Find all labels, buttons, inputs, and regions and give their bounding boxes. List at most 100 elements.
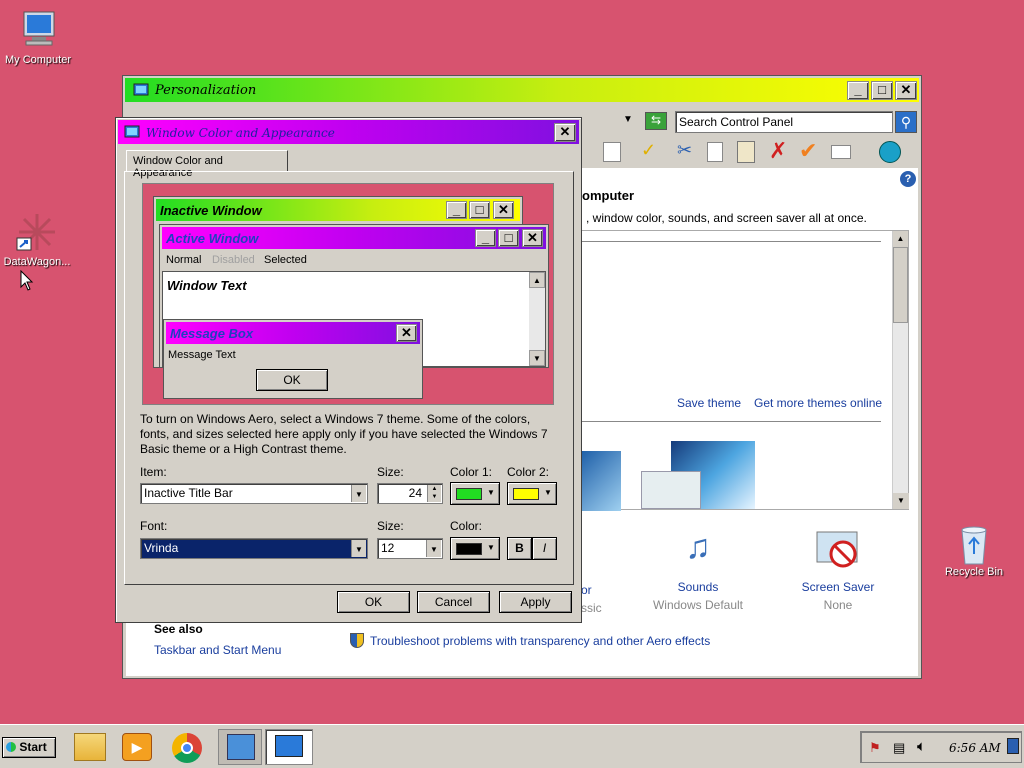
taskbar-media-player-icon[interactable]: ▶: [122, 733, 152, 761]
font-select[interactable]: Vrinda ▼: [140, 538, 368, 559]
taskbar-control-panel-icon[interactable]: [218, 729, 262, 765]
preview-active-close: ✕: [522, 229, 543, 247]
refresh-icon[interactable]: ⇆: [645, 112, 667, 130]
personalization-title: Personalization: [155, 83, 257, 98]
theme-divider: [581, 421, 881, 422]
delete-icon[interactable]: ✗: [769, 138, 787, 164]
screensaver-icon: [786, 528, 890, 580]
preview-ok-label: OK: [283, 373, 301, 387]
preview-msgbox-text: Message Text: [168, 349, 236, 361]
troubleshoot-link[interactable]: Troubleshoot problems with transparency …: [370, 634, 710, 648]
taskbar-start-menu-link[interactable]: Taskbar and Start Menu: [154, 643, 281, 657]
minimize-button[interactable]: _: [847, 81, 869, 100]
screensaver-value: None: [823, 598, 853, 612]
save-theme-link[interactable]: Save theme: [677, 396, 741, 410]
page-icon[interactable]: [603, 142, 621, 162]
taskbar-personalization-icon[interactable]: [265, 729, 313, 765]
size-spinner-value: 24: [408, 486, 422, 500]
system-tray: ⚑ ▤ 🔈︎ 6:56 AM: [860, 731, 1022, 763]
tab-window-color[interactable]: Window Color and Appearance: [126, 150, 288, 179]
address-dropdown-arrow[interactable]: ▼: [623, 114, 633, 125]
sounds-value: Windows Default: [652, 598, 744, 612]
control-panel-icon: [133, 83, 149, 96]
search-input[interactable]: Search Control Panel: [675, 111, 893, 133]
paste-icon[interactable]: [737, 141, 755, 163]
spinner-arrows[interactable]: ▲ ▼: [427, 485, 441, 502]
item-select[interactable]: Inactive Title Bar ▼: [140, 483, 368, 504]
color-label-fragment[interactable]: or: [581, 583, 592, 597]
bold-button[interactable]: B: [507, 537, 532, 560]
start-button[interactable]: Start: [2, 737, 56, 758]
sounds-item[interactable]: ♫ Sounds Windows Default: [646, 528, 750, 612]
copy-icon[interactable]: [707, 142, 723, 162]
font-select-value: Vrinda: [144, 541, 179, 555]
start-label: Start: [19, 740, 47, 754]
font-color-button[interactable]: ▼: [450, 537, 500, 560]
theme-list: ▲ ▼ Save theme Get more themes online: [581, 230, 909, 511]
help-icon[interactable]: ?: [900, 171, 916, 187]
taskbar: Start ▶ ⚑ ▤ 🔈︎ 6:56 AM: [0, 724, 1024, 768]
chevron-down-icon[interactable]: ▼: [426, 540, 441, 557]
ok-button[interactable]: OK: [337, 591, 410, 613]
datawagon-icon: [15, 212, 59, 252]
color2-label: Color 2:: [507, 465, 550, 479]
theme-thumbnail-1[interactable]: [581, 451, 621, 511]
my-computer-label: My Computer: [4, 54, 72, 66]
italic-button[interactable]: I: [532, 537, 557, 560]
preview-menu-disabled: Disabled: [212, 254, 255, 266]
item-select-value: Inactive Title Bar: [144, 486, 233, 500]
close-button[interactable]: ✕: [895, 81, 917, 100]
page-heading: omputer: [582, 188, 634, 203]
preview-ok-button: OK: [256, 369, 328, 391]
toolbar: ✓ ✂ ✗ ✔: [573, 138, 913, 166]
scroll-up-arrow[interactable]: ▲: [893, 231, 908, 247]
action-center-icon[interactable]: ⚑: [869, 740, 881, 756]
theme-thumbnail-selected[interactable]: [641, 471, 701, 509]
scroll-down-arrow[interactable]: ▼: [893, 493, 909, 509]
desktop-icon-datawagon[interactable]: DataWagon...: [0, 212, 77, 268]
show-desktop-icon[interactable]: [1007, 738, 1019, 754]
sounds-label[interactable]: Sounds: [646, 580, 750, 594]
desktop-icon-recycle-bin[interactable]: Recycle Bin: [934, 522, 1014, 578]
see-also-heading: See also: [154, 622, 203, 636]
scroll-thumb[interactable]: [893, 247, 908, 323]
check-icon[interactable]: ✔: [799, 138, 817, 164]
apply-button[interactable]: Apply: [499, 591, 572, 613]
get-more-themes-link[interactable]: Get more themes online: [754, 396, 882, 410]
font-color-swatch: [456, 543, 482, 555]
color1-button[interactable]: ▼: [450, 482, 500, 505]
theme-scrollbar[interactable]: ▲ ▼: [892, 231, 909, 509]
desktop-icon-my-computer[interactable]: My Computer: [0, 10, 78, 66]
dialog-close-button[interactable]: ✕: [554, 123, 576, 142]
chevron-down-icon[interactable]: ▼: [351, 485, 366, 502]
mail-icon[interactable]: [831, 145, 851, 159]
volume-icon[interactable]: 🔈︎: [917, 738, 926, 755]
font-size-select[interactable]: 12 ▼: [377, 538, 443, 559]
globe-icon[interactable]: [879, 141, 901, 163]
color2-button[interactable]: ▼: [507, 482, 557, 505]
preview-active-titlebar: Active Window _ □ ✕: [162, 227, 546, 249]
size-label: Size:: [377, 465, 404, 479]
preview-inactive-minimize: _: [446, 201, 467, 219]
clock[interactable]: 6:56 AM: [949, 741, 1001, 755]
preview-active-minimize: _: [475, 229, 496, 247]
color1-label: Color 1:: [450, 465, 493, 479]
chevron-down-icon[interactable]: ▼: [351, 540, 366, 557]
preview-msgbox-titlebar: Message Box ✕: [166, 322, 420, 344]
size-spinner[interactable]: 24 ▲ ▼: [377, 483, 443, 504]
maximize-button[interactable]: □: [871, 81, 893, 100]
screensaver-item[interactable]: Screen Saver None: [786, 528, 890, 612]
cancel-button[interactable]: Cancel: [417, 591, 490, 613]
network-icon[interactable]: ▤: [893, 740, 905, 756]
screensaver-label[interactable]: Screen Saver: [786, 580, 890, 594]
search-icon[interactable]: ⚲: [895, 111, 917, 133]
properties-icon[interactable]: ✓: [641, 140, 656, 161]
preview-message-box: Message Box ✕ Message Text OK: [163, 319, 423, 399]
font-size-value: 12: [381, 541, 395, 555]
cut-icon[interactable]: ✂: [677, 140, 692, 161]
preview-inactive-title: Inactive Window: [160, 203, 262, 218]
taskbar-chrome-icon[interactable]: [172, 733, 202, 763]
datawagon-label: DataWagon...: [3, 256, 71, 268]
taskbar-explorer-icon[interactable]: [74, 733, 106, 761]
font-color-label: Color:: [450, 519, 483, 533]
